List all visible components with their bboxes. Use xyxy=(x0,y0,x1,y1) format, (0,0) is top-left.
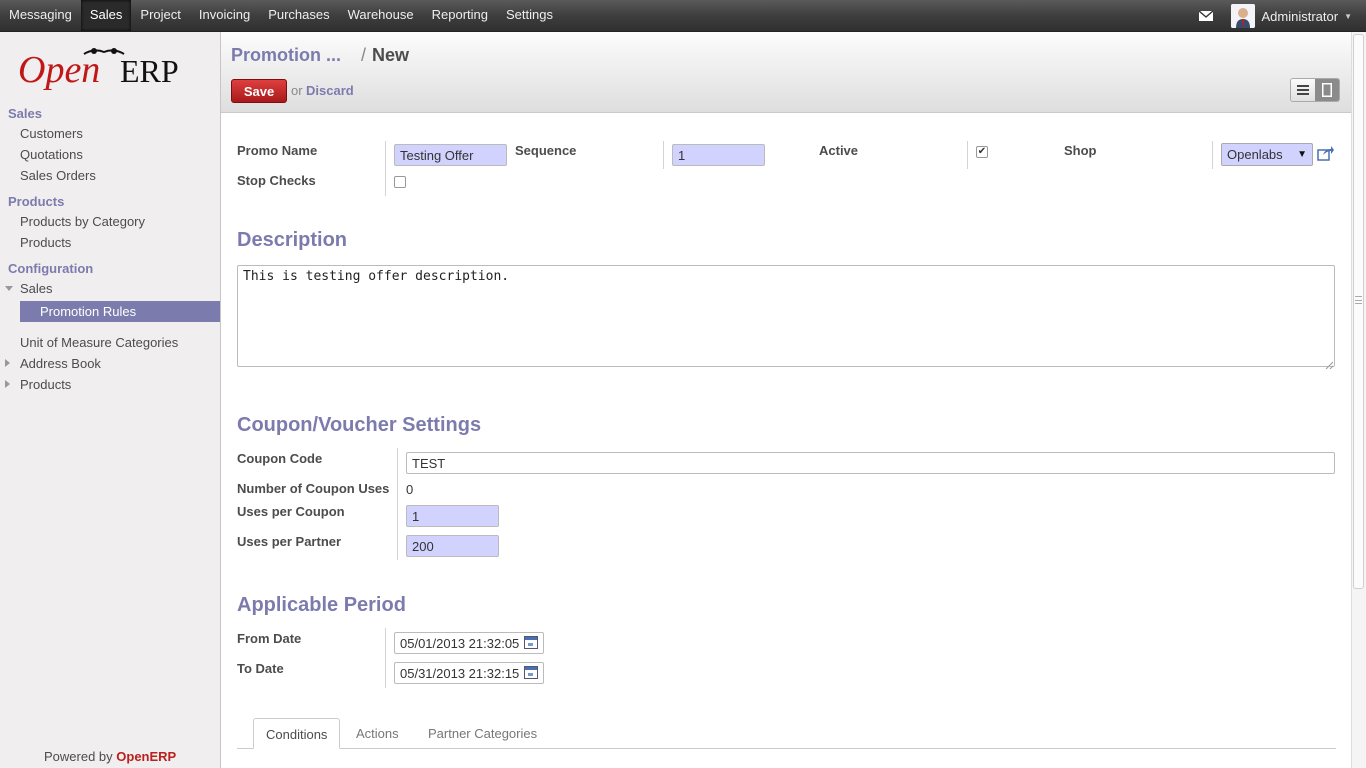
external-link-icon[interactable] xyxy=(1317,146,1334,164)
sidebar-item-promotion-rules[interactable]: Promotion Rules xyxy=(20,301,220,322)
tab-conditions[interactable]: Conditions xyxy=(253,718,341,749)
menu-warehouse[interactable]: Warehouse xyxy=(339,0,423,31)
sidebar-item-sales-orders[interactable]: Sales Orders xyxy=(20,168,96,183)
menu-invoicing[interactable]: Invoicing xyxy=(190,0,259,31)
field-divider xyxy=(663,141,664,169)
promo-name-label: Promo Name xyxy=(237,143,318,158)
sidebar-item-products-by-category[interactable]: Products by Category xyxy=(20,214,145,229)
stop-checks-label: Stop Checks xyxy=(237,173,316,188)
sidebar-item-products[interactable]: Products xyxy=(20,235,71,250)
menu-settings[interactable]: Settings xyxy=(497,0,562,31)
collapsed-arrow-icon[interactable] xyxy=(5,359,10,367)
expanded-arrow-icon[interactable] xyxy=(5,286,13,291)
coupon-code-label: Coupon Code xyxy=(237,451,323,466)
active-checkbox[interactable]: ✔ xyxy=(976,146,988,158)
from-date-label: From Date xyxy=(237,631,302,646)
collapsed-arrow-icon[interactable] xyxy=(5,380,10,388)
sidebar-head-sales: Sales xyxy=(8,106,42,121)
sidebar-item-config-products[interactable]: Products xyxy=(20,377,71,392)
menu-messaging[interactable]: Messaging xyxy=(0,0,81,31)
breadcrumb-separator: / xyxy=(361,45,367,65)
powered-by: Powered by OpenERP xyxy=(44,749,176,764)
powered-by-brand[interactable]: OpenERP xyxy=(116,749,176,764)
user-name[interactable]: Administrator xyxy=(1262,9,1339,24)
field-divider xyxy=(397,448,398,560)
stop-checks-checkbox[interactable] xyxy=(394,176,406,188)
applicable-period-heading: Applicable Period xyxy=(237,594,406,616)
coupon-uses-label: Number of Coupon Uses xyxy=(237,481,390,496)
uses-per-coupon-label: Uses per Coupon xyxy=(237,504,345,519)
or-text: or xyxy=(291,83,303,98)
coupon-settings-heading: Coupon/Voucher Settings xyxy=(237,414,482,436)
calendar-icon[interactable] xyxy=(524,636,538,649)
tab-actions[interactable]: Actions xyxy=(344,718,411,749)
coupon-code-input[interactable] xyxy=(406,452,1335,474)
menu-reporting[interactable]: Reporting xyxy=(423,0,497,31)
field-divider xyxy=(967,141,968,169)
sidebar-head-configuration: Configuration xyxy=(8,261,94,276)
field-divider xyxy=(385,628,386,688)
sidebar-head-products: Products xyxy=(8,194,65,209)
caret-down-icon[interactable]: ▼ xyxy=(1344,12,1352,21)
uses-per-partner-label: Uses per Partner xyxy=(237,534,342,549)
shop-select[interactable]: Openlabs ▼ xyxy=(1221,143,1313,166)
sequence-input[interactable] xyxy=(672,144,765,166)
openerp-logo[interactable]: Open ERP xyxy=(18,46,208,96)
shop-select-value: Openlabs xyxy=(1227,147,1283,162)
description-textarea[interactable]: This is testing offer description. xyxy=(237,265,1335,367)
field-divider xyxy=(1212,141,1213,169)
sequence-label: Sequence xyxy=(515,143,577,158)
sidebar: Open ERP Sales Customers Quotations Sale… xyxy=(0,32,221,768)
list-view-icon[interactable] xyxy=(1291,79,1315,101)
mail-icon[interactable] xyxy=(1198,11,1213,21)
menu-project[interactable]: Project xyxy=(131,0,189,31)
tab-partner-categories[interactable]: Partner Categories xyxy=(416,718,549,749)
view-switcher xyxy=(1290,78,1340,102)
save-button[interactable]: Save xyxy=(231,79,287,103)
discard-button[interactable]: Discard xyxy=(306,83,354,98)
svg-text:Open: Open xyxy=(18,49,100,91)
menu-sales[interactable]: Sales xyxy=(80,0,132,31)
powered-by-prefix: Powered by xyxy=(44,749,117,764)
form-view-icon[interactable] xyxy=(1315,79,1339,101)
breadcrumb-current: New xyxy=(372,45,410,65)
form-header: Promotion ... / New Save or Discard xyxy=(221,32,1351,113)
sidebar-item-config-sales[interactable]: Sales xyxy=(20,281,53,296)
sidebar-item-quotations[interactable]: Quotations xyxy=(20,147,83,162)
svg-text:ERP: ERP xyxy=(120,53,179,89)
sidebar-item-customers[interactable]: Customers xyxy=(20,126,83,141)
resize-handle-icon[interactable] xyxy=(1325,357,1334,370)
app-menu: Messaging Sales Project Invoicing Purcha… xyxy=(0,0,562,32)
top-menu-bar: Messaging Sales Project Invoicing Purcha… xyxy=(0,0,1366,32)
from-date-input[interactable] xyxy=(394,632,544,654)
promo-name-input[interactable] xyxy=(394,144,507,166)
avatar[interactable] xyxy=(1230,4,1255,28)
sidebar-item-address-book[interactable]: Address Book xyxy=(20,356,101,371)
calendar-icon[interactable] xyxy=(524,666,538,679)
scrollbar-thumb[interactable] xyxy=(1353,34,1364,589)
coupon-uses-value: 0 xyxy=(406,482,414,497)
to-date-input[interactable] xyxy=(394,662,544,684)
to-date-label: To Date xyxy=(237,661,284,676)
menu-purchases[interactable]: Purchases xyxy=(259,0,338,31)
shop-label: Shop xyxy=(1064,143,1097,158)
user-area: Administrator ▼ xyxy=(1198,0,1352,32)
active-label: Active xyxy=(819,143,859,158)
description-heading: Description xyxy=(237,229,348,251)
uses-per-coupon-input[interactable] xyxy=(406,505,499,527)
chevron-down-icon: ▼ xyxy=(1297,149,1307,160)
uses-per-partner-input[interactable] xyxy=(406,535,499,557)
field-divider xyxy=(385,141,386,196)
sidebar-item-uom-categories[interactable]: Unit of Measure Categories xyxy=(20,335,178,350)
breadcrumb-parent[interactable]: Promotion ... xyxy=(231,45,341,66)
scrollbar-grip-icon xyxy=(1355,296,1362,304)
